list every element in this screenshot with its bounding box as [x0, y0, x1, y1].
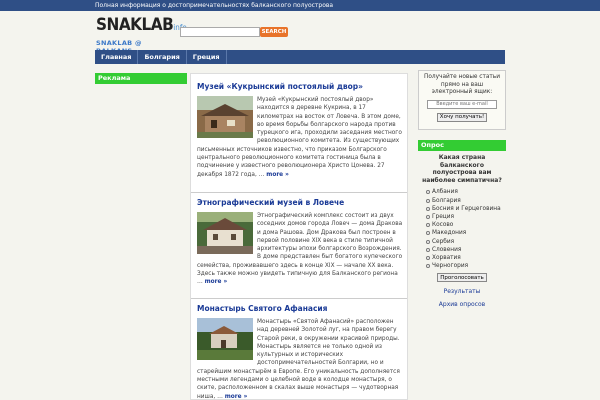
- radio-button[interactable]: [426, 256, 430, 261]
- poll-option[interactable]: Босния и Герцеговина: [426, 205, 506, 213]
- logo-text: SNAKLAB: [96, 15, 174, 35]
- radio-button[interactable]: [426, 206, 430, 211]
- site-logo[interactable]: SNAKLABinfo SNAKLAB @ BALKANS: [96, 15, 187, 55]
- option-label: Хорватия: [432, 255, 461, 261]
- radio-button[interactable]: [426, 264, 430, 269]
- poll-option[interactable]: Словения: [426, 246, 506, 254]
- post-title[interactable]: Этнографический музей в Ловече: [197, 198, 403, 207]
- subscribe-text: Получайте новые статьи прямо на ваш элек…: [424, 74, 500, 95]
- right-sidebar: Получайте новые статьи прямо на ваш элек…: [418, 70, 506, 308]
- poll-option[interactable]: Албания: [426, 188, 506, 196]
- poll-options: Албания Болгария Босния и Герцеговина Гр…: [418, 188, 506, 270]
- post-item: Музей «Кукрынский постоялый двор» Музей …: [197, 82, 403, 179]
- radio-button[interactable]: [426, 198, 430, 203]
- radio-button[interactable]: [426, 215, 430, 220]
- option-label: Словения: [432, 246, 462, 253]
- nav-bulgaria[interactable]: Болгария: [138, 50, 187, 64]
- radio-button[interactable]: [426, 247, 430, 252]
- option-label: Греция: [432, 213, 454, 220]
- radio-button[interactable]: [426, 190, 430, 195]
- nav-home[interactable]: Главная: [95, 50, 139, 64]
- more-link[interactable]: more »: [266, 172, 289, 178]
- more-link[interactable]: more »: [225, 394, 248, 400]
- poll-widget: Опрос Какая страна балканского полуостро…: [418, 140, 506, 308]
- option-label: Косово: [432, 222, 454, 229]
- post-thumbnail[interactable]: [197, 212, 253, 254]
- main-content: Музей «Кукрынский постоялый двор» Музей …: [190, 73, 408, 400]
- left-sidebar: Реклама: [95, 73, 187, 84]
- poll-option[interactable]: Македония: [426, 229, 506, 237]
- post-title[interactable]: Музей «Кукрынский постоялый двор»: [197, 82, 403, 91]
- post-thumbnail[interactable]: [197, 318, 253, 360]
- poll-option[interactable]: Хорватия: [426, 254, 506, 262]
- poll-option[interactable]: Косово: [426, 221, 506, 229]
- poll-question: Какая страна балканского полуострова вам…: [422, 154, 502, 184]
- option-label: Сербия: [432, 238, 455, 245]
- nav-greece[interactable]: Греция: [187, 50, 227, 64]
- post-item: Монастырь Святого Афанасия Монастырь «Св…: [197, 304, 403, 400]
- search-input[interactable]: [180, 27, 260, 37]
- radio-button[interactable]: [426, 231, 430, 236]
- more-link[interactable]: more »: [205, 279, 228, 285]
- search-button[interactable]: SEARCH: [260, 27, 288, 37]
- post-item: Этнографический музей в Ловече Этнографи…: [197, 198, 403, 287]
- divider: [191, 298, 407, 299]
- option-label: Босния и Герцеговина: [432, 205, 501, 212]
- subscribe-button[interactable]: Хочу получать!: [437, 112, 487, 122]
- search-form: SEARCH: [180, 27, 288, 37]
- option-label: Черногория: [432, 263, 469, 270]
- poll-heading: Опрос: [418, 140, 506, 151]
- poll-archive-link[interactable]: Архив опросов: [418, 301, 506, 308]
- divider: [191, 192, 407, 193]
- option-label: Албания: [432, 189, 458, 196]
- top-banner: Полная информация о достопримечательност…: [0, 0, 600, 11]
- post-thumbnail[interactable]: [197, 96, 253, 138]
- poll-option[interactable]: Греция: [426, 213, 506, 221]
- poll-option[interactable]: Болгария: [426, 197, 506, 205]
- vote-button[interactable]: Проголосовать: [437, 273, 487, 283]
- radio-button[interactable]: [426, 239, 430, 244]
- post-title[interactable]: Монастырь Святого Афанасия: [197, 304, 403, 313]
- subscribe-box: Получайте новые статьи прямо на ваш элек…: [418, 70, 506, 130]
- results-link[interactable]: Результаты: [418, 288, 506, 295]
- radio-button[interactable]: [426, 223, 430, 228]
- email-field[interactable]: [427, 99, 497, 109]
- poll-option[interactable]: Сербия: [426, 238, 506, 246]
- option-label: Македония: [432, 230, 467, 237]
- main-nav: Главная Болгария Греция: [95, 50, 505, 64]
- poll-option[interactable]: Черногория: [426, 262, 506, 270]
- option-label: Болгария: [432, 197, 461, 204]
- ad-heading: Реклама: [95, 73, 187, 84]
